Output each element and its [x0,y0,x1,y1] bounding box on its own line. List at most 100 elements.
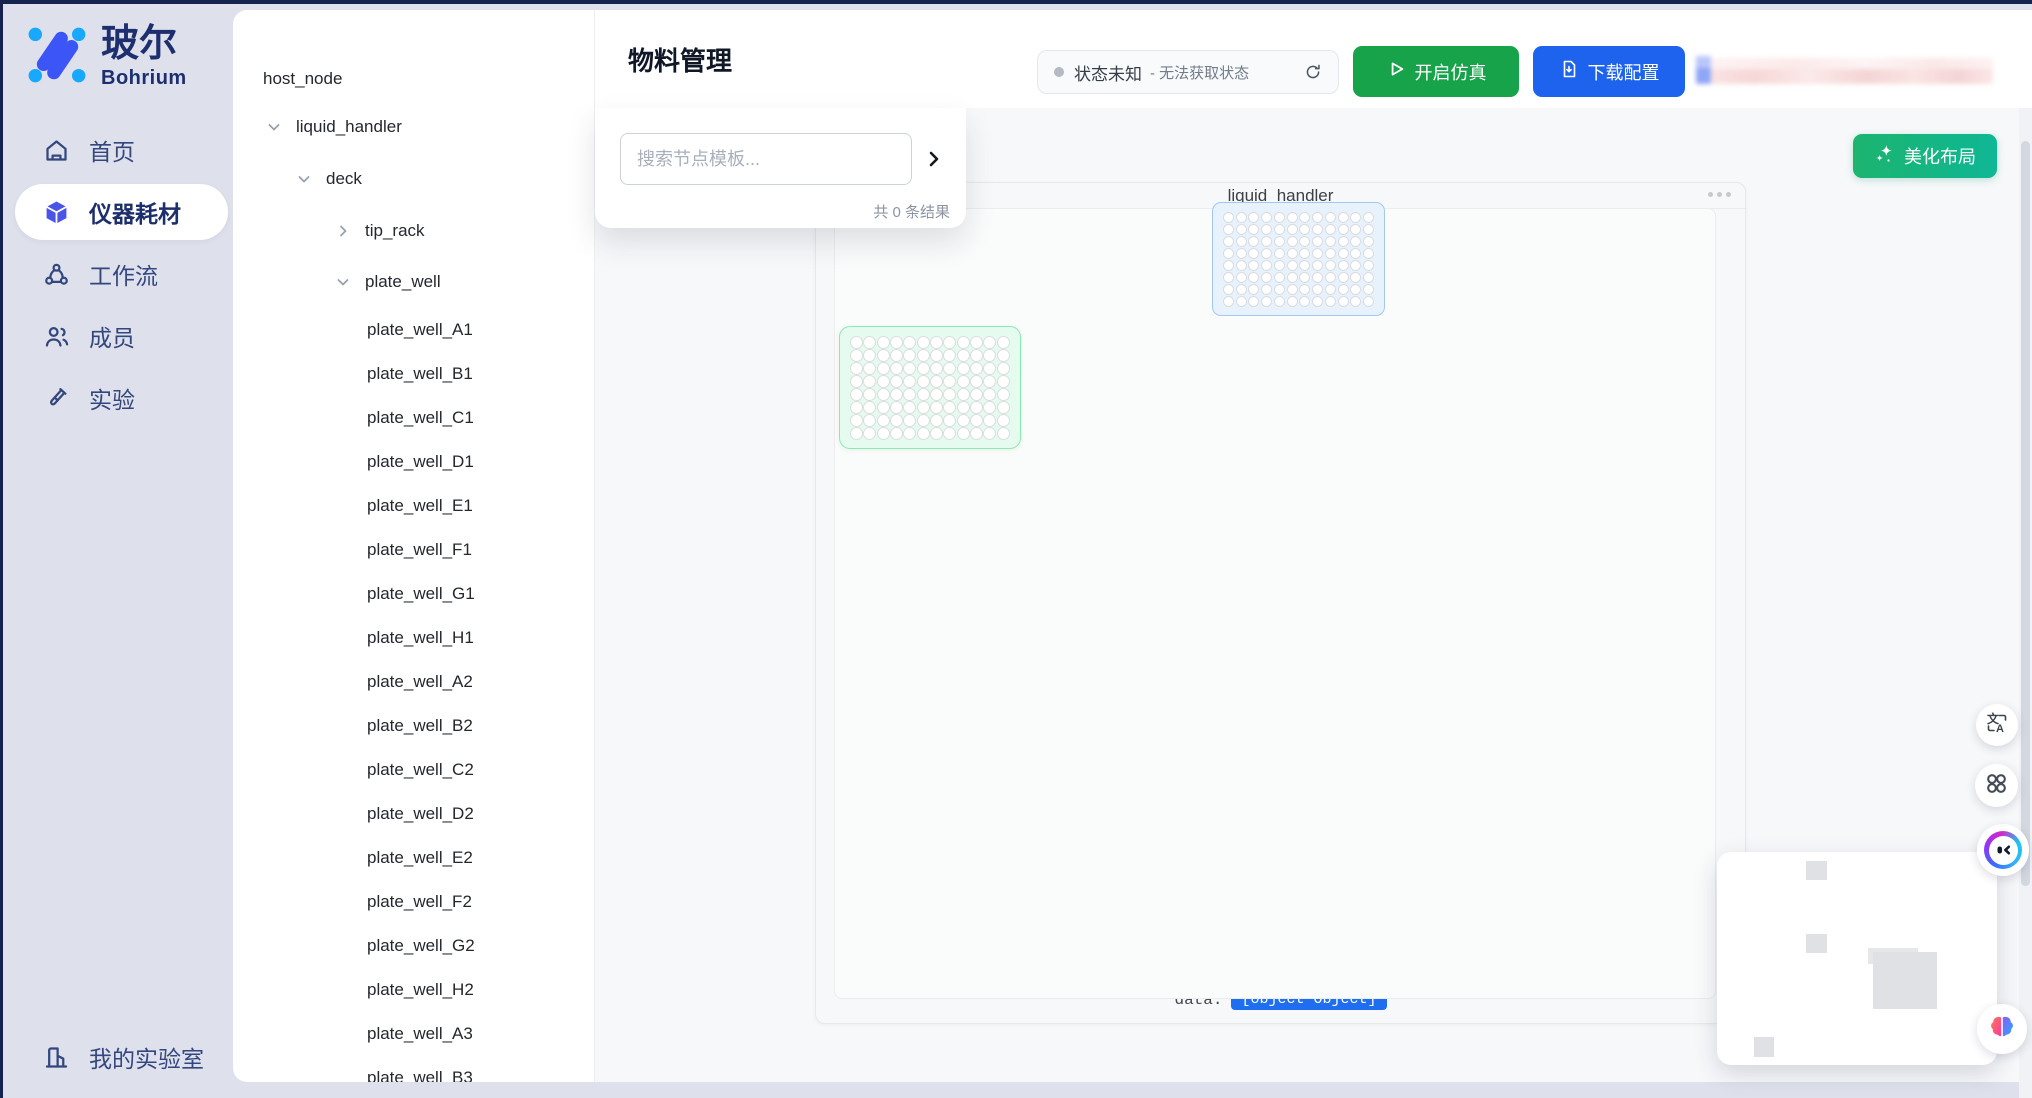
well [1287,260,1298,271]
well [1312,296,1323,307]
well [1312,248,1323,259]
well [877,349,890,362]
sidebar-item-members[interactable]: 成员 [15,308,228,364]
more-icon[interactable] [1708,192,1731,197]
well [930,375,943,388]
start-simulation-button[interactable]: 开启仿真 [1353,46,1519,97]
plate-well-plate[interactable] [839,326,1021,449]
tip-rack-plate[interactable] [1212,202,1385,316]
minimap[interactable] [1717,852,1997,1065]
sidebar-item-workflow[interactable]: 工作流 [15,246,228,302]
tree-node[interactable]: plate_well_H1 [233,616,594,660]
assistant-robot-button[interactable] [1977,824,2029,876]
well [1274,260,1285,271]
tree-node[interactable]: tip_rack [233,209,594,253]
well [1312,212,1323,223]
well [890,362,903,375]
well [1223,212,1234,223]
well [1338,272,1349,283]
members-icon [43,323,70,350]
sidebar-item-instruments[interactable]: 仪器耗材 [15,184,228,240]
tree-node[interactable]: plate_well_H2 [233,968,594,1012]
chevron-right-icon[interactable] [921,146,947,172]
well [943,414,956,427]
tree-node[interactable]: plate_well_B1 [233,352,594,396]
well [930,427,943,440]
well [1236,284,1247,295]
well [903,336,916,349]
well [1223,284,1234,295]
well [943,362,956,375]
well [983,401,996,414]
chevron-right-icon[interactable] [334,222,352,240]
tree-node[interactable]: plate_well_A3 [233,1012,594,1056]
app-window: 玻尔 Bohrium 首页 仪器耗材 工作流 [0,0,2032,1098]
tree-node[interactable]: liquid_handler [233,105,594,149]
tree-node[interactable]: plate_well_F2 [233,880,594,924]
well [903,401,916,414]
tree-node[interactable]: plate_well_C2 [233,748,594,792]
sidebar-item-my-lab[interactable]: 我的实验室 [15,1029,228,1085]
well [1287,224,1298,235]
tree-node[interactable]: plate_well_E1 [233,484,594,528]
robot-icon [1984,831,2022,869]
home-icon [43,137,70,164]
well [943,427,956,440]
well [917,414,930,427]
tree-node[interactable]: plate_well_B3 [233,1056,594,1082]
sidebar-item-experiments[interactable]: 实验 [15,370,228,426]
tree-node[interactable]: host_node [233,57,594,101]
well [943,349,956,362]
refresh-icon[interactable] [1304,63,1322,81]
tree-node[interactable]: plate_well_D2 [233,792,594,836]
well [1312,224,1323,235]
well [970,427,983,440]
liquid-handler-node[interactable]: liquid_handler data: [object Object] [815,182,1746,1024]
well [890,414,903,427]
well [850,388,863,401]
content-sheet: host_node liquid_handler deck tip_rack p… [233,10,2032,1082]
vertical-scrollbar[interactable] [2019,108,2032,1098]
well [957,336,970,349]
well [1350,224,1361,235]
tree-node[interactable]: deck [233,157,594,201]
tree-node[interactable]: plate_well_A2 [233,660,594,704]
well [1363,260,1374,271]
tree-node[interactable]: plate_well_F1 [233,528,594,572]
chevron-down-icon[interactable] [334,273,352,291]
well [1299,296,1310,307]
search-input[interactable] [620,133,912,185]
tree-node[interactable]: plate_well_A1 [233,308,594,352]
status-badge: 状态未知 - 无法获取状态 [1037,50,1339,94]
brand-logo[interactable]: 玻尔 Bohrium [26,24,187,91]
tree-node[interactable]: plate_well [233,260,594,304]
tree-node[interactable]: plate_well_B2 [233,704,594,748]
tree-node[interactable]: plate_well_G1 [233,572,594,616]
well [970,349,983,362]
beautify-layout-button[interactable]: 美化布局 [1853,134,1997,178]
translate-icon: 文A [1985,711,2009,740]
well [1287,212,1298,223]
ai-brain-button[interactable] [1977,1004,2027,1054]
chevron-down-icon[interactable] [295,170,313,188]
well [890,388,903,401]
download-config-button[interactable]: 下载配置 [1533,46,1685,97]
sidebar-item-home[interactable]: 首页 [15,122,228,178]
scrollbar-thumb[interactable] [2021,141,2030,886]
well [1363,272,1374,283]
page-title: 物料管理 [628,41,732,78]
tree-node[interactable]: plate_well_E2 [233,836,594,880]
well [890,349,903,362]
main-area: 物料管理 状态未知 - 无法获取状态 开启仿真 下载配置 [595,10,2032,1082]
tree-node[interactable]: plate_well_G2 [233,924,594,968]
well [850,349,863,362]
well [1248,272,1259,283]
well [877,427,890,440]
translate-button[interactable]: 文A [1976,704,2018,746]
tree-node[interactable]: plate_well_C1 [233,396,594,440]
tree-node[interactable]: plate_well_D1 [233,440,594,484]
components-button[interactable] [1975,764,2018,807]
well [1261,296,1272,307]
layout-canvas[interactable]: 美化布局 liquid_handler data: [object Object… [595,108,2032,1082]
chevron-down-icon[interactable] [265,118,283,136]
